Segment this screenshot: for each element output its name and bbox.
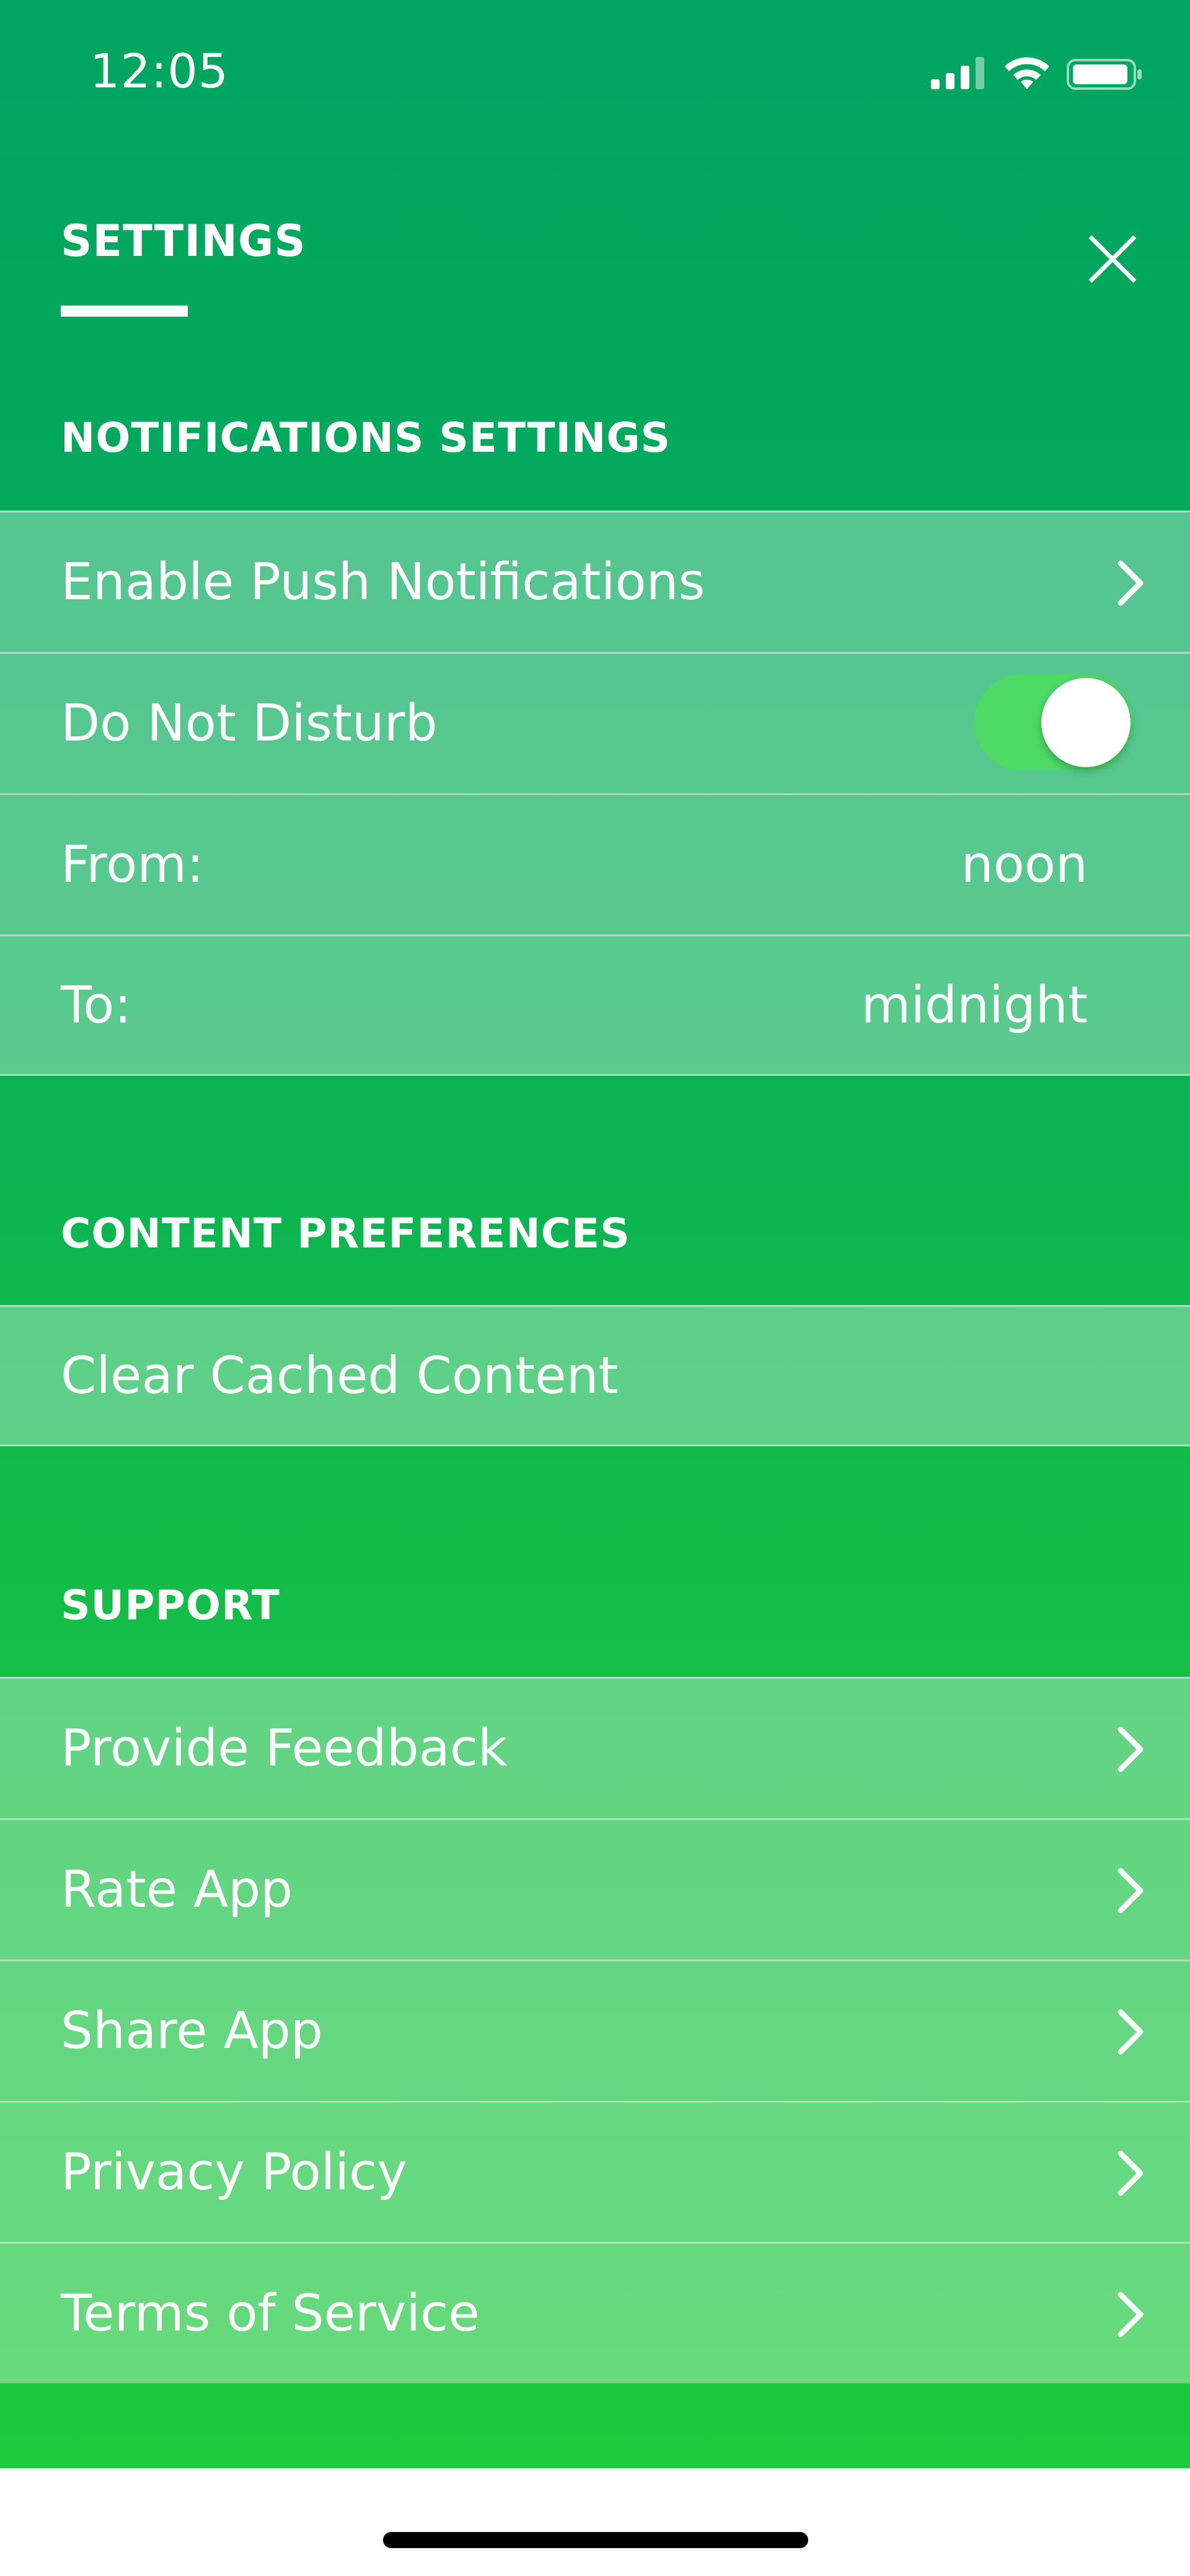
row-label: Clear Cached Content — [61, 1346, 619, 1405]
toggle-knob — [1041, 678, 1130, 767]
section-title-support: SUPPORT — [61, 1581, 280, 1629]
chevron-right-icon — [1117, 2150, 1144, 2196]
chevron-right-icon — [1117, 1868, 1144, 1914]
from-time-value: noon — [961, 835, 1088, 894]
row-label: Enable Push Notifications — [61, 553, 705, 612]
enable-push-notifications-row[interactable]: Enable Push Notifications — [0, 511, 1190, 652]
support-item-rate-app[interactable]: Rate App — [0, 1818, 1190, 1959]
status-time: 12:05 — [90, 43, 229, 99]
clear-cached-content-row[interactable]: Clear Cached Content — [0, 1305, 1190, 1446]
to-time-value: midnight — [861, 975, 1088, 1035]
settings-screen: 12:05 SETTINGS NOTIFICATIONS SETTINGS En… — [0, 0, 1190, 2576]
chevron-right-icon — [1117, 2292, 1144, 2337]
row-label: Terms of Service — [61, 2284, 480, 2343]
do-not-disturb-toggle[interactable] — [974, 674, 1133, 771]
section-title-content: CONTENT PREFERENCES — [61, 1210, 630, 1257]
dnd-from-row[interactable]: From: noon — [0, 793, 1190, 934]
close-button[interactable] — [1075, 222, 1150, 296]
support-item-provide-feedback[interactable]: Provide Feedback — [0, 1677, 1190, 1818]
support-item-privacy-policy[interactable]: Privacy Policy — [0, 2101, 1190, 2242]
row-label: Rate App — [61, 1860, 293, 1919]
do-not-disturb-row: Do Not Disturb — [0, 652, 1190, 793]
section-title-notifications: NOTIFICATIONS SETTINGS — [61, 414, 671, 462]
chevron-right-icon — [1117, 560, 1144, 606]
settings-panel: 12:05 SETTINGS NOTIFICATIONS SETTINGS En… — [0, 0, 1190, 2468]
row-label: To: — [61, 975, 131, 1035]
wifi-icon — [1005, 57, 1049, 89]
home-indicator[interactable] — [383, 2532, 808, 2548]
row-label: Do Not Disturb — [61, 694, 438, 753]
row-label: Privacy Policy — [61, 2143, 407, 2202]
close-icon — [1088, 235, 1137, 283]
support-item-share-app[interactable]: Share App — [0, 1959, 1190, 2101]
battery-icon — [1067, 59, 1142, 90]
support-item-terms-of-service[interactable]: Terms of Service — [0, 2242, 1190, 2383]
title-underline — [61, 306, 188, 317]
dnd-to-row[interactable]: To: midnight — [0, 934, 1190, 1076]
row-label: From: — [61, 835, 204, 894]
row-label: Share App — [61, 2002, 323, 2060]
row-label: Provide Feedback — [61, 1719, 508, 1778]
chevron-right-icon — [1117, 2009, 1144, 2055]
cellular-signal-icon — [931, 57, 984, 89]
chevron-right-icon — [1117, 1726, 1144, 1772]
page-title: SETTINGS — [61, 216, 306, 266]
